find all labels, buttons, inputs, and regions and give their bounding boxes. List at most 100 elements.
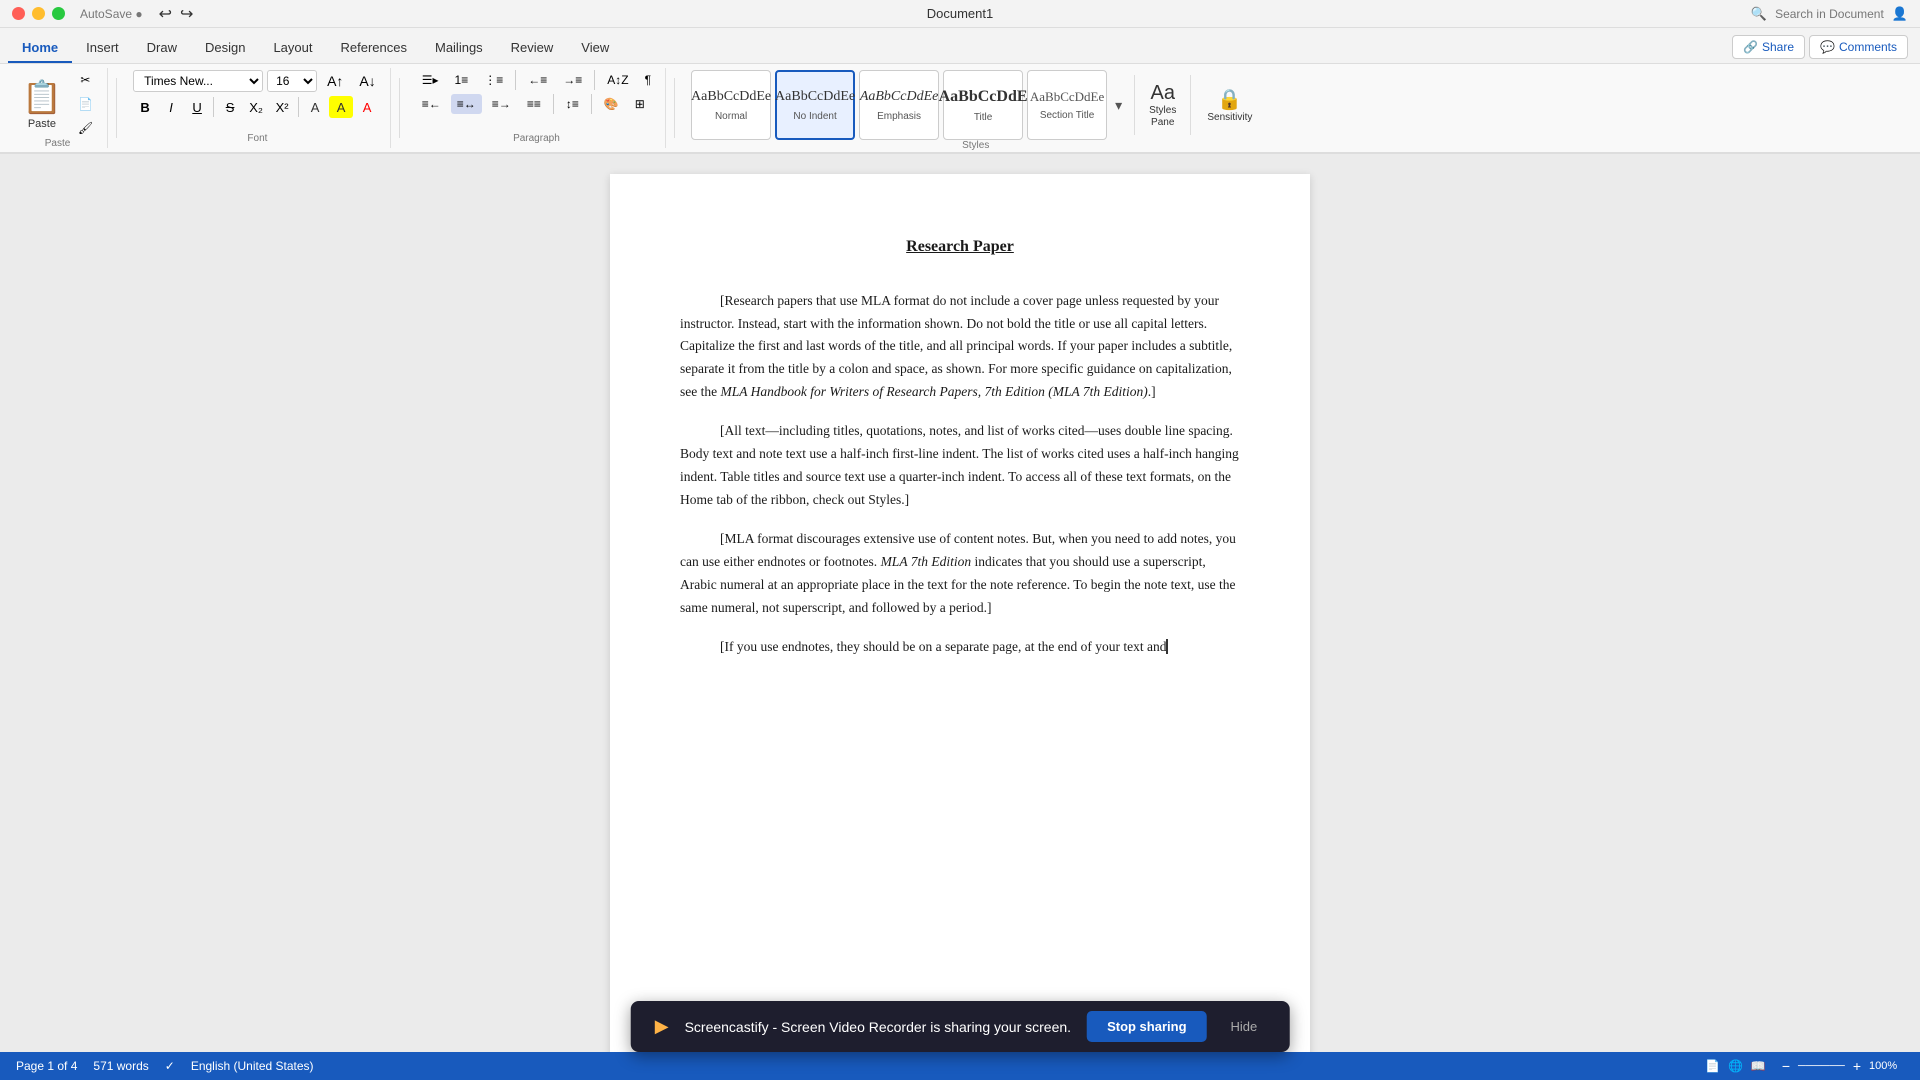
subscript-button[interactable]: X₂	[244, 96, 268, 118]
title-bar: AutoSave ● ↩ ↪ Document1 🔍 Search in Doc…	[0, 0, 1920, 28]
style-card-title[interactable]: AaBbCcDdE Title	[943, 70, 1023, 140]
italic-span-2: MLA 7th Edition	[881, 554, 972, 569]
shading-button[interactable]: 🎨	[598, 94, 625, 114]
paste-button[interactable]: 📋 Paste	[16, 74, 68, 134]
style-card-emphasis[interactable]: AaBbCcDdEe Emphasis	[859, 70, 939, 140]
main-content: Research Paper [Research papers that use…	[0, 154, 1920, 1052]
zoom-slider[interactable]: ──────	[1798, 1060, 1845, 1072]
align-center-button[interactable]: ≡↔	[451, 94, 482, 114]
sep-2	[399, 78, 400, 138]
style-card-normal[interactable]: AaBbCcDdEe Normal	[691, 70, 771, 140]
underline-button[interactable]: U	[185, 96, 209, 118]
zoom-level: 100%	[1869, 1060, 1904, 1072]
ribbon-tabs: Home Insert Draw Design Layout Reference…	[0, 28, 1920, 64]
proofing-icon[interactable]: ✓	[165, 1059, 175, 1073]
word-count: 571 words	[93, 1059, 148, 1073]
search-placeholder[interactable]: Search in Document	[1775, 7, 1884, 21]
minimize-button[interactable]	[32, 7, 45, 20]
tab-design[interactable]: Design	[191, 34, 259, 63]
zoom-out-button[interactable]: −	[1778, 1056, 1794, 1076]
superscript-button[interactable]: X²	[270, 96, 294, 118]
document-title-text: Research Paper	[680, 234, 1240, 260]
read-view-icon[interactable]: 📖	[1751, 1059, 1766, 1073]
comments-button[interactable]: 💬 Comments	[1809, 35, 1908, 59]
profile-icon[interactable]: 👤	[1892, 6, 1908, 22]
para-sep3	[553, 94, 554, 114]
web-view-icon[interactable]: 🌐	[1728, 1059, 1743, 1073]
style-preview-normal: AaBbCcDdEe	[691, 88, 771, 106]
tab-review[interactable]: Review	[497, 34, 568, 63]
tab-layout[interactable]: Layout	[259, 34, 326, 63]
align-left-button[interactable]: ≡←	[416, 94, 447, 114]
share-button[interactable]: 🔗 Share	[1732, 35, 1805, 59]
shrink-font-button[interactable]: A↓	[353, 70, 381, 92]
font-color-button[interactable]: A	[355, 96, 379, 118]
text-effects-button[interactable]: A	[303, 96, 327, 118]
font-label: Font	[247, 133, 267, 146]
document[interactable]: Research Paper [Research papers that use…	[610, 174, 1310, 1052]
borders-button[interactable]: ⊞	[629, 94, 651, 114]
hide-button[interactable]: Hide	[1223, 1015, 1266, 1038]
font-section: Times New... 16 A↑ A↓ B I U S X₂ X² A A	[125, 68, 391, 148]
tab-home[interactable]: Home	[8, 34, 72, 63]
style-label-title: Title	[974, 112, 993, 123]
sort-button[interactable]: A↕Z	[601, 70, 634, 90]
page-info: Page 1 of 4	[16, 1059, 77, 1073]
styles-pane-button[interactable]: Aa StylesPane	[1143, 78, 1182, 133]
cut-button[interactable]: ✂	[72, 70, 99, 90]
paragraph-3: [MLA format discourages extensive use of…	[680, 528, 1240, 620]
tab-draw[interactable]: Draw	[133, 34, 191, 63]
font-name-select[interactable]: Times New...	[133, 70, 263, 92]
decrease-indent-button[interactable]: ←≡	[522, 70, 553, 90]
style-preview-emphasis: AaBbCcDdEe	[860, 88, 939, 106]
styles-expand-button[interactable]: ▾	[1111, 95, 1126, 116]
tab-references[interactable]: References	[327, 34, 421, 63]
italic-span-1: MLA Handbook for Writers of Research Pap…	[720, 384, 1147, 399]
sep-styles	[1134, 75, 1135, 135]
zoom-in-button[interactable]: +	[1849, 1056, 1865, 1076]
show-hide-button[interactable]: ¶	[639, 70, 657, 90]
format-sep	[213, 97, 214, 117]
close-button[interactable]	[12, 7, 25, 20]
style-preview-section-title: AaBbCcDdEe	[1030, 89, 1104, 106]
ribbon-right-actions: 🔗 Share 💬 Comments	[1732, 35, 1920, 63]
language: English (United States)	[191, 1059, 314, 1073]
autosave-label: AutoSave ●	[80, 7, 143, 21]
tab-mailings[interactable]: Mailings	[421, 34, 497, 63]
title-right-icons: 🔍 Search in Document 👤	[1751, 6, 1908, 22]
undo-icon[interactable]: ↩	[159, 4, 172, 24]
multilevel-list-button[interactable]: ⋮≡	[478, 70, 509, 90]
tab-view[interactable]: View	[567, 34, 623, 63]
print-view-icon[interactable]: 📄	[1705, 1059, 1720, 1073]
tab-insert[interactable]: Insert	[72, 34, 133, 63]
sensitivity-button[interactable]: 🔒 Sensitivity	[1199, 83, 1260, 127]
styles-content: AaBbCcDdEe Normal AaBbCcDdEe No Indent A…	[691, 70, 1260, 140]
align-right-button[interactable]: ≡→	[486, 94, 517, 114]
format-painter-button[interactable]: 🖌	[72, 118, 99, 138]
bullets-button[interactable]: ☰▸	[416, 70, 445, 90]
status-bar: Page 1 of 4 571 words ✓ English (United …	[0, 1052, 1920, 1080]
numbering-button[interactable]: 1≡	[449, 70, 475, 90]
grow-font-button[interactable]: A↑	[321, 70, 349, 92]
paragraph-label: Paragraph	[513, 133, 560, 146]
paragraph-section: ☰▸ 1≡ ⋮≡ ←≡ →≡ A↕Z ¶ ≡← ≡↔ ≡→ ≡≡ ↕≡ 🎨 ⊞	[408, 68, 666, 148]
text-highlight-button[interactable]: A	[329, 96, 353, 118]
styles-pane-label: StylesPane	[1149, 105, 1176, 129]
style-card-no-indent[interactable]: AaBbCcDdEe No Indent	[775, 70, 855, 140]
style-card-section-title[interactable]: AaBbCcDdEe Section Title	[1027, 70, 1107, 140]
font-size-select[interactable]: 16	[267, 70, 317, 92]
style-label-emphasis: Emphasis	[877, 111, 921, 122]
stop-sharing-button[interactable]: Stop sharing	[1087, 1011, 1206, 1042]
justify-button[interactable]: ≡≡	[521, 94, 547, 114]
redo-icon[interactable]: ↪	[180, 4, 193, 24]
window-controls[interactable]	[12, 7, 65, 20]
copy-button[interactable]: 📄	[72, 94, 99, 114]
strikethrough-button[interactable]: S	[218, 96, 242, 118]
line-spacing-button[interactable]: ↕≡	[560, 94, 585, 114]
bold-button[interactable]: B	[133, 96, 157, 118]
maximize-button[interactable]	[52, 7, 65, 20]
increase-indent-button[interactable]: →≡	[557, 70, 588, 90]
search-icon[interactable]: 🔍	[1751, 6, 1767, 22]
italic-button[interactable]: I	[159, 96, 183, 118]
sensitivity-label: Sensitivity	[1207, 112, 1252, 123]
